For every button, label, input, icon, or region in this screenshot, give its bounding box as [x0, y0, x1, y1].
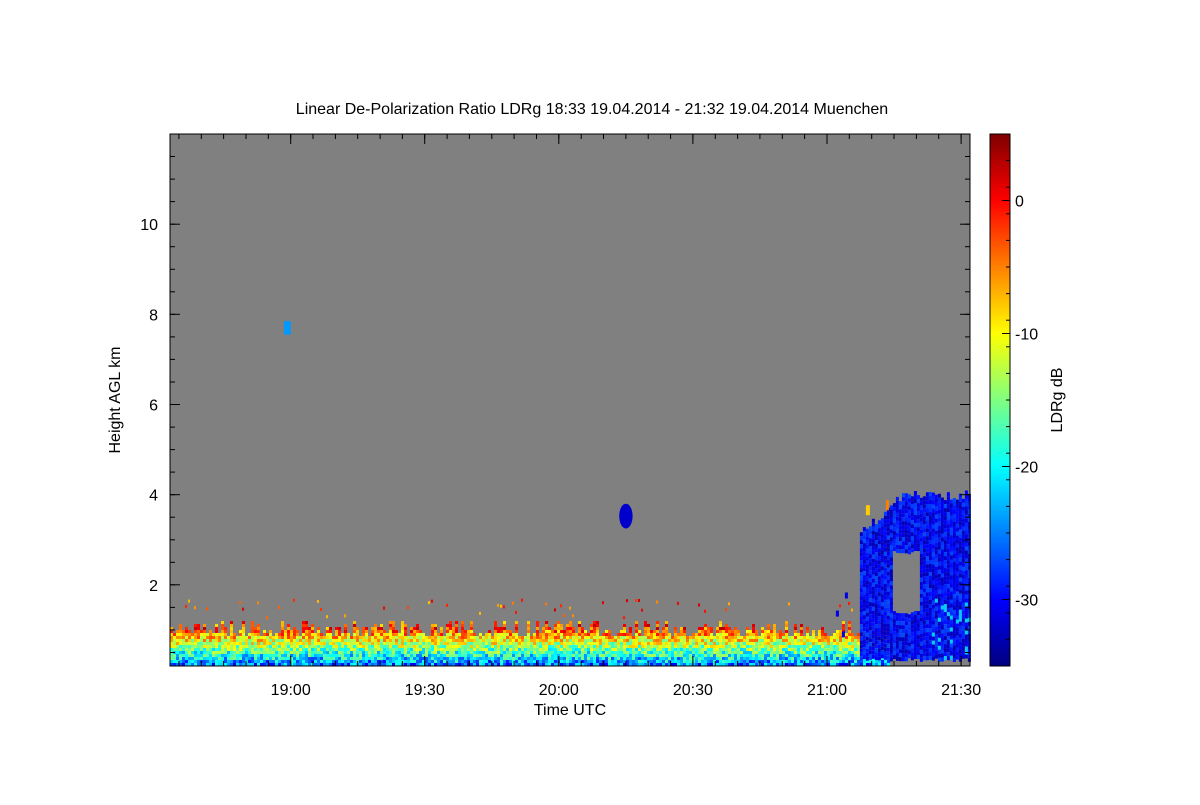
- y-tick-label: 2: [149, 578, 158, 595]
- colorbar-tick-label: -20: [1015, 460, 1038, 477]
- colorbar-label: LDRg dB: [1049, 368, 1066, 433]
- x-axis-label: Time UTC: [534, 702, 606, 719]
- x-tick-label: 21:30: [941, 682, 981, 699]
- feature-echo: [284, 321, 291, 335]
- x-tick-label: 20:00: [539, 682, 579, 699]
- x-tick-label: 20:30: [673, 682, 713, 699]
- colorbar-tick-label: -10: [1015, 327, 1038, 344]
- y-tick-label: 4: [149, 488, 158, 505]
- plot-area: [170, 134, 970, 666]
- y-tick-label: 8: [149, 307, 158, 324]
- colorbar-tick-label: 0: [1015, 194, 1024, 211]
- y-tick-label: 10: [140, 217, 158, 234]
- ldr-chart: Linear De-Polarization Ratio LDRg 18:33 …: [0, 0, 1200, 800]
- x-tick-label: 19:00: [271, 682, 311, 699]
- x-tick-label: 19:30: [405, 682, 445, 699]
- feature-isolated-echo: [619, 503, 633, 529]
- chart-svg: Linear De-Polarization Ratio LDRg 18:33 …: [107, 101, 1066, 719]
- chart-title: Linear De-Polarization Ratio LDRg 18:33 …: [296, 101, 888, 118]
- y-tick-label: 6: [149, 398, 158, 415]
- y-axis-label: Height AGL km: [107, 346, 124, 453]
- x-tick-label: 21:00: [807, 682, 847, 699]
- colorbar-axis: 0 -10 -20 -30: [1002, 133, 1038, 667]
- colorbar-tick-label: -30: [1015, 593, 1038, 610]
